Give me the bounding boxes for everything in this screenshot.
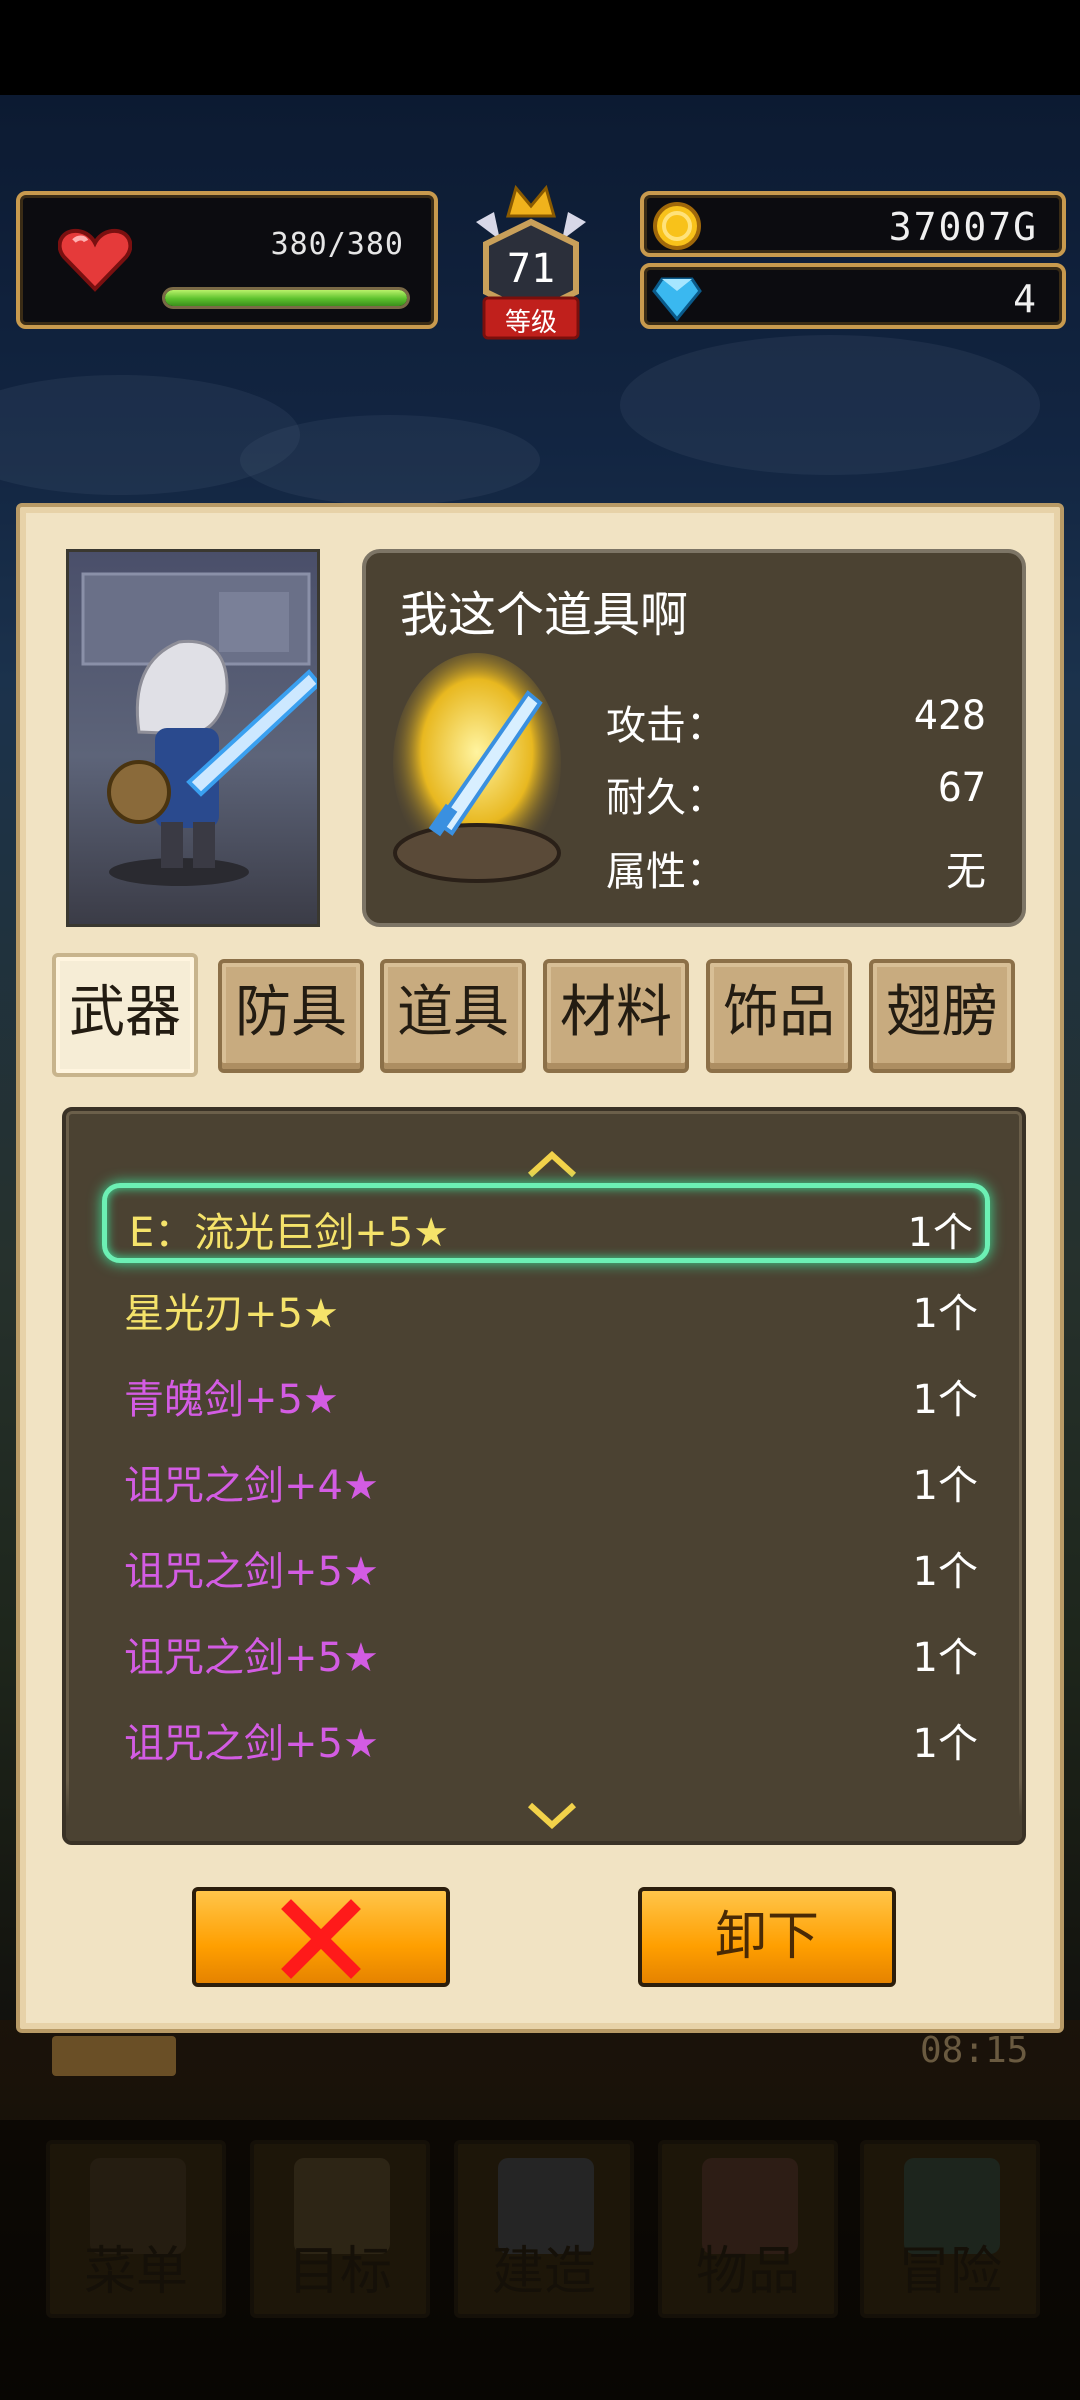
stat-label: 攻击： <box>606 703 726 749</box>
hp-panel: 380/380 <box>16 191 438 329</box>
list-item[interactable]: 青魄剑+5★ 1个 <box>102 1355 990 1435</box>
item-quantity: 1个 <box>912 1549 978 1595</box>
tab-weapons[interactable]: 武器 <box>52 953 198 1077</box>
nav-dim-overlay <box>0 2120 1080 2400</box>
scroll-up-icon[interactable] <box>526 1151 578 1179</box>
stat-attribute: 属性： 无 <box>606 839 986 899</box>
item-quantity: 1个 <box>912 1721 978 1767</box>
hp-bar <box>162 287 410 309</box>
diamond-icon <box>652 277 702 321</box>
item-name: 星光刃+5★ <box>124 1291 339 1337</box>
gem-panel[interactable]: 4 <box>640 263 1066 329</box>
stat-value: 无 <box>946 849 986 895</box>
tab-armor[interactable]: 防具 <box>218 959 364 1073</box>
tab-label: 翅膀 <box>886 980 998 1045</box>
stat-durability: 耐久： 67 <box>606 765 986 825</box>
item-name: 诅咒之剑+5★ <box>124 1721 379 1767</box>
stat-label: 属性： <box>606 849 726 895</box>
item-quantity: 1个 <box>912 1291 978 1337</box>
item-info-panel: 我这个道具啊 攻击： 428 耐久： 67 属性： 无 <box>362 549 1026 927</box>
item-name: 诅咒之剑+5★ <box>124 1635 379 1681</box>
heart-icon <box>58 228 132 292</box>
partial-tab <box>52 2036 176 2076</box>
level-label: 等级 <box>504 308 557 338</box>
character-portrait <box>66 549 320 927</box>
stat-label: 耐久： <box>606 775 726 821</box>
gold-amount: 37007G <box>888 205 1038 249</box>
list-item[interactable]: 诅咒之剑+4★ 1个 <box>102 1441 990 1521</box>
level-number: 71 <box>506 246 556 292</box>
sword-item-icon <box>393 653 561 883</box>
stat-attack: 攻击： 428 <box>606 693 986 753</box>
tab-accessories[interactable]: 饰品 <box>706 959 852 1073</box>
status-bar <box>0 0 1080 95</box>
tab-label: 道具 <box>397 980 509 1045</box>
item-name: 青魄剑+5★ <box>124 1377 339 1423</box>
tab-label: 材料 <box>560 980 672 1045</box>
item-quantity: 1个 <box>912 1635 978 1681</box>
hp-text: 380/380 <box>270 227 404 262</box>
tab-materials[interactable]: 材料 <box>543 959 689 1073</box>
unequip-button[interactable]: 卸下 <box>638 1887 896 1987</box>
list-item-selected[interactable]: E：流光巨剑+5★ 1个 <box>102 1183 990 1263</box>
item-name: 诅咒之剑+5★ <box>124 1549 379 1595</box>
hp-bar-fill <box>165 290 407 306</box>
item-name: 诅咒之剑+4★ <box>124 1463 379 1509</box>
close-icon <box>281 1899 361 1979</box>
weapon-list[interactable]: E：流光巨剑+5★ 1个 星光刃+5★ 1个 青魄剑+5★ 1个 诅咒之剑+4★… <box>62 1107 1026 1845</box>
item-quantity: 1个 <box>907 1210 973 1256</box>
list-item[interactable]: 星光刃+5★ 1个 <box>102 1269 990 1349</box>
item-quantity: 1个 <box>912 1377 978 1423</box>
tab-wings[interactable]: 翅膀 <box>869 959 1015 1073</box>
item-quantity: 1个 <box>912 1463 978 1509</box>
list-item[interactable]: 诅咒之剑+5★ 1个 <box>102 1613 990 1693</box>
scroll-down-icon[interactable] <box>526 1801 578 1829</box>
hero-with-sword-icon <box>81 572 317 886</box>
tab-label: 饰品 <box>723 980 835 1045</box>
close-button[interactable] <box>192 1887 450 1987</box>
stat-value: 67 <box>937 765 986 811</box>
stat-value: 428 <box>913 693 986 739</box>
list-item[interactable]: 诅咒之剑+5★ 1个 <box>102 1699 990 1779</box>
tab-items[interactable]: 道具 <box>380 959 526 1073</box>
level-badge[interactable]: 71 等级 <box>466 182 596 350</box>
tab-label: 防具 <box>235 980 347 1045</box>
item-name: E：流光巨剑+5★ <box>129 1210 450 1256</box>
gold-coin-icon <box>653 202 701 250</box>
equipment-panel: 我这个道具啊 攻击： 428 耐久： 67 属性： 无 武器 防具 道具 材料 … <box>16 503 1064 2033</box>
gem-amount: 4 <box>1013 277 1038 321</box>
tab-label: 武器 <box>69 980 181 1045</box>
gold-panel[interactable]: 37007G <box>640 191 1066 257</box>
item-title: 我这个道具啊 <box>400 587 689 643</box>
list-item[interactable]: 诅咒之剑+5★ 1个 <box>102 1527 990 1607</box>
game-clock: 08:15 <box>920 2030 1029 2071</box>
